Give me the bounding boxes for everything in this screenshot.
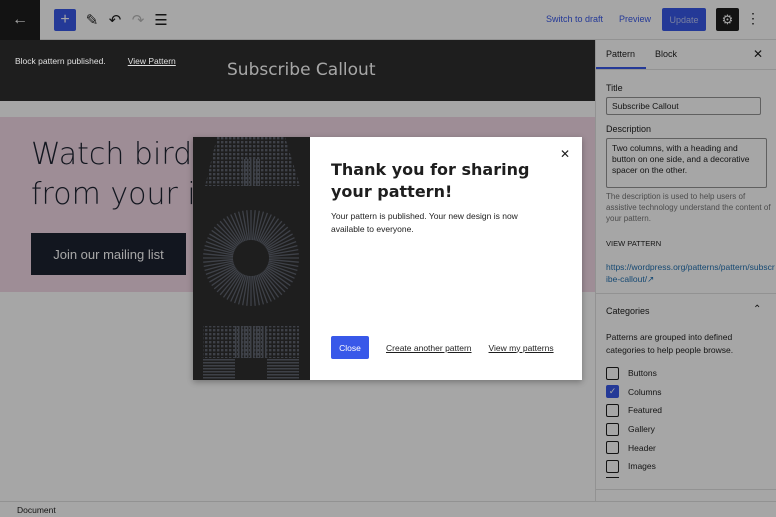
snackbar-notice: Block pattern published. View Pattern xyxy=(0,45,197,77)
modal-title: Thank you for sharing your pattern! xyxy=(331,160,530,201)
view-pattern-snackbar-link[interactable]: View Pattern xyxy=(128,56,176,66)
create-another-pattern-link[interactable]: Create another pattern xyxy=(386,343,472,353)
close-button[interactable]: Close xyxy=(331,336,369,359)
decorative-pattern-illustration xyxy=(193,137,310,380)
snackbar-message: Block pattern published. xyxy=(15,56,106,66)
modal-actions: Close Create another pattern View my pat… xyxy=(331,336,554,359)
pattern-published-modal: ✕ Thank you for sharing your pattern! Yo… xyxy=(193,137,582,380)
modal-text: Your pattern is published. Your new desi… xyxy=(331,211,518,234)
view-my-patterns-link[interactable]: View my patterns xyxy=(489,343,554,353)
pattern-art-icon xyxy=(203,137,300,380)
close-icon: ✕ xyxy=(559,147,570,161)
modal-close-button[interactable]: ✕ xyxy=(560,147,570,161)
modal-content: ✕ Thank you for sharing your pattern! Yo… xyxy=(310,137,582,380)
